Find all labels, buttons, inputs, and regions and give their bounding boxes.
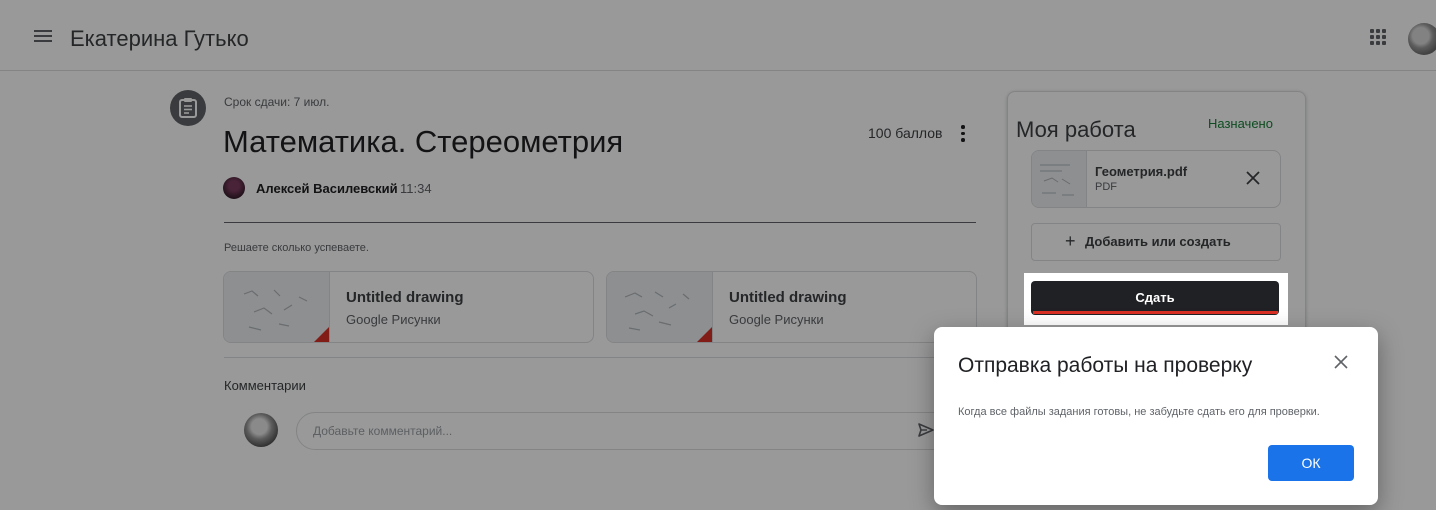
close-icon[interactable]: [1333, 354, 1349, 375]
submit-underline: [1033, 311, 1278, 314]
classroom-page: Екатерина Гутько Срок сдачи: 7 июл. Мате…: [0, 0, 1436, 510]
submit-dialog: Отправка работы на проверку Когда все фа…: [934, 327, 1378, 505]
submit-button[interactable]: Сдать: [1031, 281, 1279, 315]
dialog-title: Отправка работы на проверку: [958, 354, 1253, 377]
dialog-body: Когда все файлы задания готовы, не забуд…: [958, 406, 1320, 418]
ok-button[interactable]: ОК: [1268, 445, 1354, 481]
